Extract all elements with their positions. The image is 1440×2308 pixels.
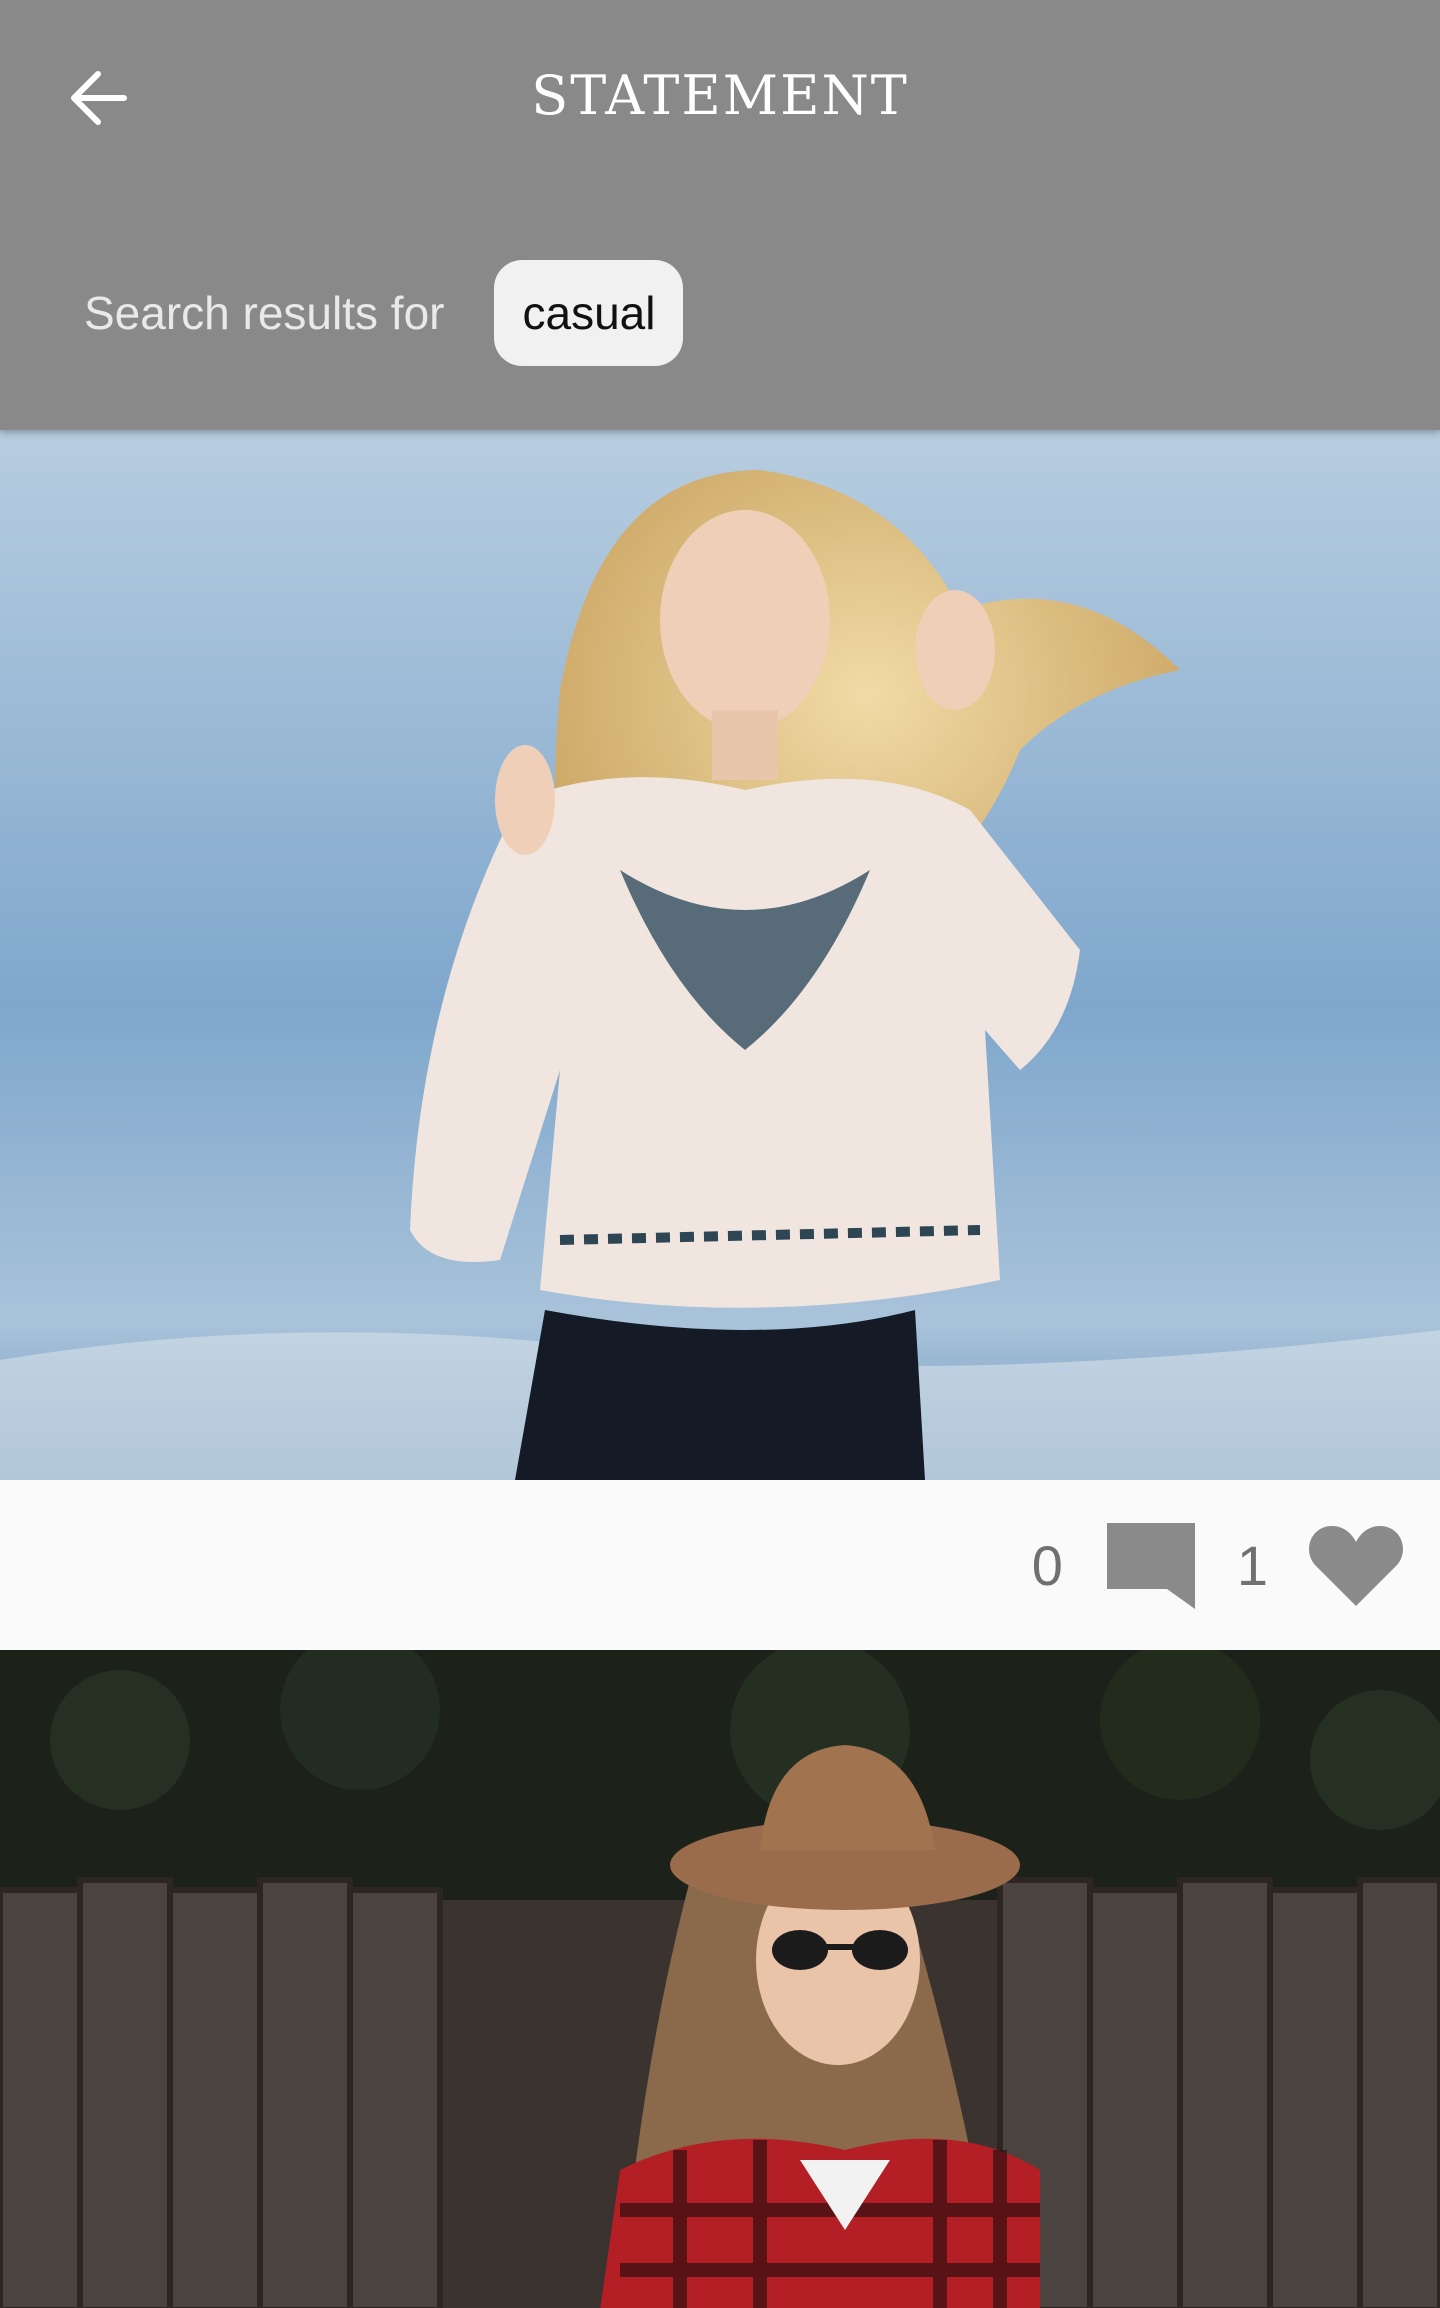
comment-icon	[1106, 1523, 1195, 1609]
search-results-label: Search results for	[84, 287, 445, 339]
post-actions-bar: 0 1	[0, 1480, 1440, 1650]
comments-count: 0	[1031, 1533, 1063, 1597]
post-photo	[0, 1650, 1440, 2308]
post-photo	[0, 430, 1440, 1480]
heart-icon	[1309, 1526, 1403, 1606]
likes-count: 1	[1236, 1533, 1268, 1597]
page-title: STATEMENT	[531, 64, 909, 127]
search-results-row: Search results for casual	[84, 260, 684, 366]
app-screen: STATEMENT Search results for casual 0 1	[0, 0, 1440, 2308]
app-bar: STATEMENT Search results for casual	[0, 0, 1440, 430]
post-image[interactable]	[0, 430, 1440, 1480]
like-button[interactable]	[1308, 1522, 1404, 1608]
search-term-chip[interactable]: casual	[494, 260, 684, 366]
comment-button[interactable]	[1103, 1519, 1199, 1611]
post-image[interactable]	[0, 1650, 1440, 2308]
